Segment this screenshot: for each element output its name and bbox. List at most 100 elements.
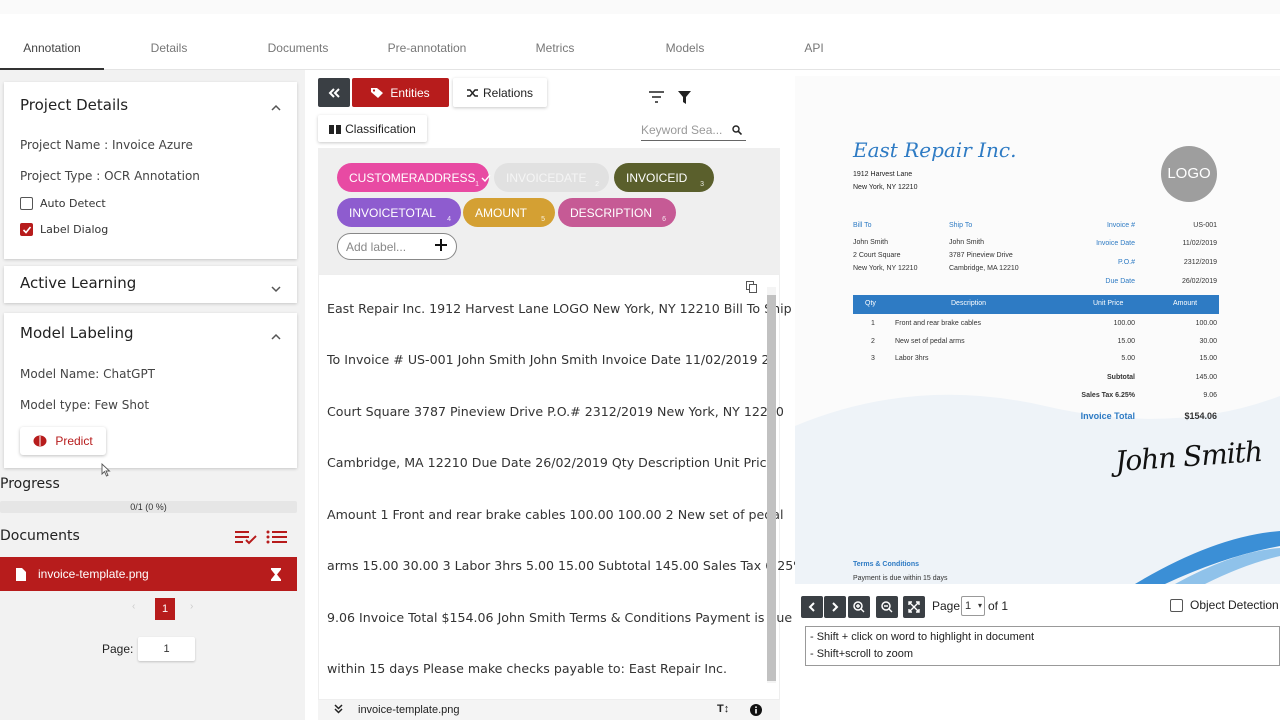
collapse-button[interactable] xyxy=(318,78,350,107)
label-chip-amount[interactable]: AMOUNT 5 xyxy=(463,198,555,227)
chevron-right-icon xyxy=(831,602,839,612)
label-name: INVOICEID xyxy=(626,170,688,185)
page-input[interactable]: 1 xyxy=(138,637,195,661)
tab-documents[interactable]: Documents xyxy=(262,36,334,70)
row-amount: 100.00 xyxy=(1195,320,1217,327)
bill-to-line: John Smith xyxy=(853,239,889,246)
invoice-image[interactable]: East Repair Inc. 1912 Harvest Lane New Y… xyxy=(795,76,1280,584)
label-chip-customeraddress[interactable]: CUSTOMERADDRESS 1 xyxy=(337,163,492,192)
label-chip-invoicetotal[interactable]: INVOICETOTAL 4 xyxy=(337,198,461,227)
project-details-title: Project Details xyxy=(20,96,129,114)
tab-api[interactable]: API xyxy=(798,36,830,70)
meta-label: P.O.# xyxy=(1118,259,1135,266)
invoice-logo: LOGO xyxy=(1161,146,1217,202)
add-label-placeholder: Add label... xyxy=(346,239,407,254)
hourglass-icon xyxy=(271,568,281,581)
next-page-icon[interactable]: › xyxy=(190,601,193,612)
copy-icon[interactable] xyxy=(746,280,757,298)
tab-details[interactable]: Details xyxy=(138,36,200,70)
zoom-out-button[interactable] xyxy=(876,596,898,618)
bottom-file-bar: invoice-template.png T↕ xyxy=(318,700,780,720)
meta-value: 11/02/2019 xyxy=(1182,240,1217,247)
row-desc: Front and rear brake cables xyxy=(895,320,981,327)
page-1-button[interactable]: 1 xyxy=(155,598,175,620)
viewer-page-select[interactable]: 1 ▾ xyxy=(961,596,985,616)
classification-button[interactable]: Classification xyxy=(318,115,427,142)
plus-icon[interactable] xyxy=(435,239,447,254)
chevron-up-icon[interactable] xyxy=(271,100,281,111)
ship-to-label: Ship To xyxy=(949,222,973,229)
auto-detect-checkbox[interactable]: Auto Detect xyxy=(20,197,106,210)
predict-label: Predict xyxy=(55,434,93,448)
tab-metrics[interactable]: Metrics xyxy=(528,36,582,70)
row-qty: 1 xyxy=(871,320,875,327)
label-dialog-label: Label Dialog xyxy=(40,223,109,236)
tab-annotation[interactable]: Annotation xyxy=(0,36,104,70)
expand-icon xyxy=(908,601,920,613)
tab-pre-annotation[interactable]: Pre-annotation xyxy=(382,36,472,70)
label-area: CUSTOMERADDRESS 1 INVOICEDATE 2 INVOICEI… xyxy=(318,148,780,274)
active-learning-card[interactable]: Active Learning xyxy=(4,266,297,303)
keyword-search-input[interactable]: Keyword Sea... xyxy=(641,123,746,141)
document-item[interactable]: invoice-template.png xyxy=(0,557,297,591)
label-chip-invoiceid[interactable]: INVOICEID 3 xyxy=(614,163,714,192)
scroll-thumb[interactable] xyxy=(767,295,776,681)
label-name: AMOUNT xyxy=(475,205,527,220)
viewer-page-value: 1 xyxy=(965,600,972,612)
relations-button[interactable]: Relations xyxy=(453,78,547,107)
zoom-out-icon xyxy=(881,601,893,613)
prev-page-button[interactable] xyxy=(801,596,823,618)
book-icon xyxy=(329,124,342,134)
ship-to-line: 3787 Pineview Drive xyxy=(949,252,1013,259)
next-page-button[interactable] xyxy=(824,596,846,618)
fit-screen-button[interactable] xyxy=(903,596,925,618)
invoice-address1: 1912 Harvest Lane xyxy=(853,171,913,178)
row-unit: 100.00 xyxy=(1113,320,1135,327)
row-desc: New set of pedal arms xyxy=(895,338,965,345)
model-labeling-title: Model Labeling xyxy=(20,324,134,342)
total-label: Invoice Total xyxy=(1080,411,1135,421)
row-amount: 30.00 xyxy=(1199,338,1217,345)
keyword-search-placeholder: Keyword Sea... xyxy=(641,123,723,137)
invoice-company: East Repair Inc. xyxy=(853,138,1017,162)
meta-label: Due Date xyxy=(1105,278,1135,285)
sort-icon[interactable] xyxy=(649,90,664,108)
prev-page-icon[interactable]: ‹ xyxy=(132,601,135,612)
relations-label: Relations xyxy=(482,85,534,100)
label-chip-invoicedate[interactable]: INVOICEDATE 2 xyxy=(494,163,609,192)
meta-label: Invoice # xyxy=(1106,222,1135,229)
add-label-input[interactable]: Add label... xyxy=(337,233,457,260)
documents-pager: ‹ 1 › xyxy=(0,598,297,620)
top-tabs: Annotation Details Documents Pre-annotat… xyxy=(0,0,1280,70)
tab-models[interactable]: Models xyxy=(660,36,710,70)
scrollbar[interactable] xyxy=(767,287,776,683)
label-index: 5 xyxy=(541,216,545,223)
bill-to-line: New York, NY 12210 xyxy=(853,265,918,272)
double-chevron-down-icon[interactable] xyxy=(334,704,343,717)
label-chip-description[interactable]: DESCRIPTION 6 xyxy=(558,198,676,227)
ocr-text-area[interactable]: East Repair Inc. 1912 Harvest Lane LOGO … xyxy=(318,274,805,700)
tax-label: Sales Tax 6.25% xyxy=(1081,392,1135,399)
meta-value: 2312/2019 xyxy=(1183,259,1217,266)
invoice-table-header: Qty Description Unit Price Amount xyxy=(853,295,1219,314)
total-value: $154.06 xyxy=(1184,411,1217,421)
file-icon xyxy=(16,567,26,581)
chevron-down-icon[interactable] xyxy=(271,281,281,293)
predict-button[interactable]: Predict xyxy=(20,427,106,455)
label-name: CUSTOMERADDRESS xyxy=(349,170,476,185)
label-dialog-checkbox[interactable]: Label Dialog xyxy=(20,223,108,236)
object-detection-checkbox[interactable]: Object Detection xyxy=(1170,598,1279,612)
active-learning-title: Active Learning xyxy=(20,274,137,292)
label-index: 3 xyxy=(700,181,704,188)
list-icon[interactable] xyxy=(266,529,288,550)
text-size-icon[interactable]: T↕ xyxy=(717,703,729,715)
filter-icon[interactable] xyxy=(678,91,691,109)
chevron-up-icon[interactable] xyxy=(271,329,281,340)
ocr-text-line: arms 15.00 30.00 3 Labor 3hrs 5.00 15.00… xyxy=(327,558,806,573)
checklist-icon[interactable] xyxy=(234,529,258,550)
info-icon[interactable] xyxy=(750,704,762,719)
subtotal-value: 145.00 xyxy=(1195,374,1217,381)
zoom-in-button[interactable] xyxy=(848,596,870,618)
ocr-text-line: within 15 days Please make checks payabl… xyxy=(327,661,727,676)
entities-button[interactable]: Entities xyxy=(352,78,449,107)
